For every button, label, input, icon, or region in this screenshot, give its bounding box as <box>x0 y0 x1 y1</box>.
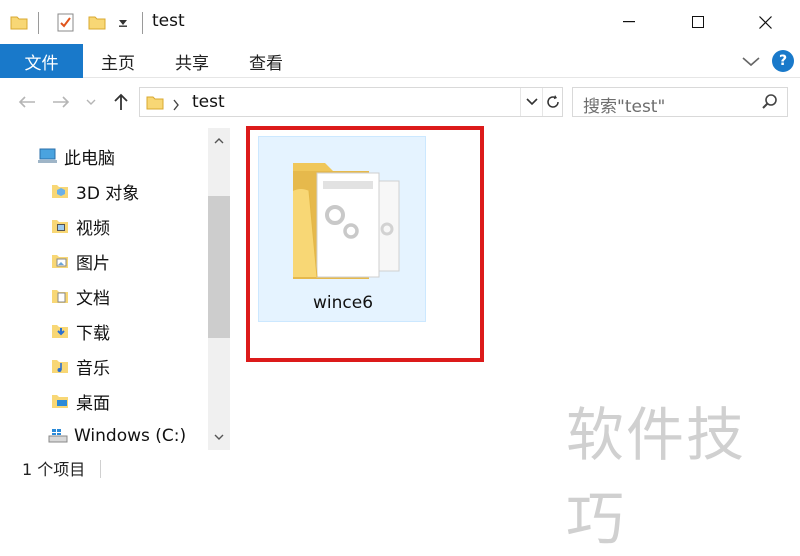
maximize-button[interactable] <box>675 4 721 40</box>
folder-icon <box>146 93 164 115</box>
breadcrumb-separator-icon[interactable] <box>172 96 180 115</box>
downloads-folder-icon <box>50 321 70 341</box>
up-arrow-icon[interactable] <box>108 90 134 114</box>
title-bar: test <box>0 0 800 44</box>
nav-item-label: 3D 对象 <box>76 183 140 204</box>
toolbar-separator <box>38 12 39 34</box>
nav-item-windows-c-drive[interactable]: Windows (C:) <box>48 421 186 451</box>
address-bar[interactable]: test <box>139 87 563 117</box>
properties-icon[interactable] <box>54 10 78 34</box>
help-button[interactable]: ? <box>772 50 794 72</box>
customize-toolbar-chevron-icon[interactable] <box>114 10 132 34</box>
drive-icon <box>48 426 68 446</box>
refresh-icon[interactable] <box>542 88 562 116</box>
window-title: test <box>152 11 185 31</box>
toolbar-separator <box>142 12 143 34</box>
pc-icon <box>38 146 58 166</box>
address-history-dropdown-icon[interactable] <box>520 88 542 116</box>
forward-arrow-icon[interactable] <box>48 90 74 114</box>
new-folder-icon[interactable] <box>86 10 108 34</box>
nav-item-label: 桌面 <box>76 393 110 414</box>
nav-item-documents[interactable]: 文档 <box>50 281 110 311</box>
nav-item-label: Windows (C:) <box>74 426 187 446</box>
nav-item-videos[interactable]: 视频 <box>50 211 110 241</box>
nav-item-label: 音乐 <box>76 358 110 379</box>
nav-item-label: 此电脑 <box>64 148 115 169</box>
tab-view[interactable]: 查看 <box>249 44 283 78</box>
status-separator <box>100 460 101 478</box>
back-arrow-icon[interactable] <box>14 90 40 114</box>
watermark-text: 软件技巧 <box>566 401 747 553</box>
navigation-pane: 此电脑 3D 对象 视频 图片 文档 下载 音乐 桌面 Windows (C:) <box>0 126 232 452</box>
nav-pane-scrollbar[interactable] <box>208 128 230 450</box>
nav-item-label: 图片 <box>76 253 110 274</box>
scroll-up-arrow-icon[interactable] <box>208 130 230 152</box>
search-input[interactable]: 搜索"test" <box>583 92 665 117</box>
nav-item-downloads[interactable]: 下载 <box>50 316 110 346</box>
minimize-button[interactable] <box>606 4 652 40</box>
search-icon[interactable] <box>761 93 779 111</box>
breadcrumb-current[interactable]: test <box>192 92 225 112</box>
music-folder-icon <box>50 356 70 376</box>
annotation-highlight-box <box>246 126 484 362</box>
recent-locations-chevron-icon[interactable] <box>82 90 100 114</box>
expand-ribbon-chevron-icon[interactable] <box>740 50 762 72</box>
close-button[interactable] <box>742 4 788 40</box>
tab-share[interactable]: 共享 <box>175 44 209 78</box>
documents-folder-icon <box>50 286 70 306</box>
nav-item-pictures[interactable]: 图片 <box>50 246 110 276</box>
pictures-folder-icon <box>50 251 70 271</box>
nav-item-label: 文档 <box>76 288 110 309</box>
tab-file[interactable]: 文件 <box>0 44 83 78</box>
desktop-folder-icon <box>50 391 70 411</box>
folder-icon <box>8 10 30 34</box>
nav-item-label: 下载 <box>76 323 110 344</box>
item-count: 1 个项目 <box>22 460 86 479</box>
scrollbar-thumb[interactable] <box>208 196 230 338</box>
nav-item-this-pc[interactable]: 此电脑 <box>38 141 115 171</box>
tab-home[interactable]: 主页 <box>101 44 135 78</box>
scroll-down-arrow-icon[interactable] <box>208 426 230 448</box>
nav-item-3d-objects[interactable]: 3D 对象 <box>50 176 139 206</box>
nav-item-desktop[interactable]: 桌面 <box>50 386 110 416</box>
ribbon-tabs: 文件 主页 共享 查看 ? <box>0 44 800 78</box>
nav-item-music[interactable]: 音乐 <box>50 351 110 381</box>
nav-item-label: 视频 <box>76 218 110 239</box>
search-box[interactable]: 搜索"test" <box>572 87 788 117</box>
videos-folder-icon <box>50 216 70 236</box>
3d-objects-folder-icon <box>50 181 70 201</box>
